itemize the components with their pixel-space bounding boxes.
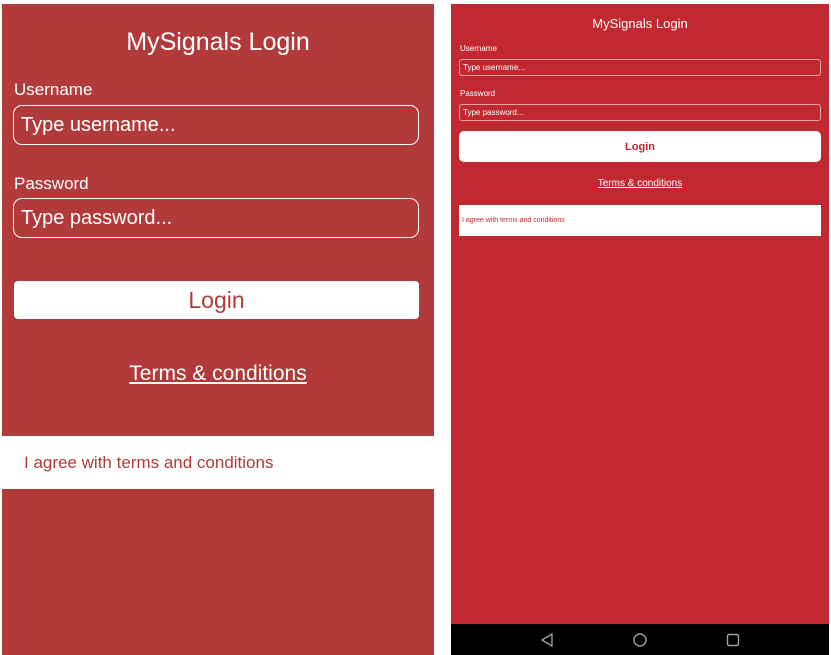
page-title: MySignals Login [126,28,310,56]
username-input[interactable] [460,63,820,72]
password-field[interactable] [13,198,419,238]
back-icon[interactable] [535,628,559,652]
terms-link[interactable]: Terms & conditions [2,362,434,386]
android-login-screen: MySignals Login Username Password Login … [451,4,829,655]
page-title: MySignals Login [592,16,688,31]
password-label: Password [460,89,496,98]
ios-login-screen: MySignals Login Username Password Login … [2,4,434,655]
username-label: Username [460,44,497,53]
terms-link[interactable]: Terms & conditions [451,178,829,189]
agree-terms-row[interactable]: I agree with terms and conditions [459,205,821,236]
agree-terms-label: I agree with terms and conditions [462,217,565,224]
agree-terms-row[interactable]: I agree with terms and conditions [2,436,434,489]
password-label: Password [14,174,89,193]
home-icon[interactable] [628,628,652,652]
username-field[interactable] [13,105,419,145]
username-field[interactable] [459,59,821,76]
login-button[interactable]: Login [459,131,821,162]
password-field[interactable] [459,104,821,121]
password-input[interactable] [14,206,418,230]
login-button[interactable]: Login [14,281,419,319]
username-input[interactable] [14,113,418,137]
android-navigation-bar [451,624,829,655]
agree-terms-label: I agree with terms and conditions [24,452,274,472]
password-input[interactable] [460,108,820,117]
username-label: Username [14,80,93,99]
recents-icon[interactable] [721,628,745,652]
